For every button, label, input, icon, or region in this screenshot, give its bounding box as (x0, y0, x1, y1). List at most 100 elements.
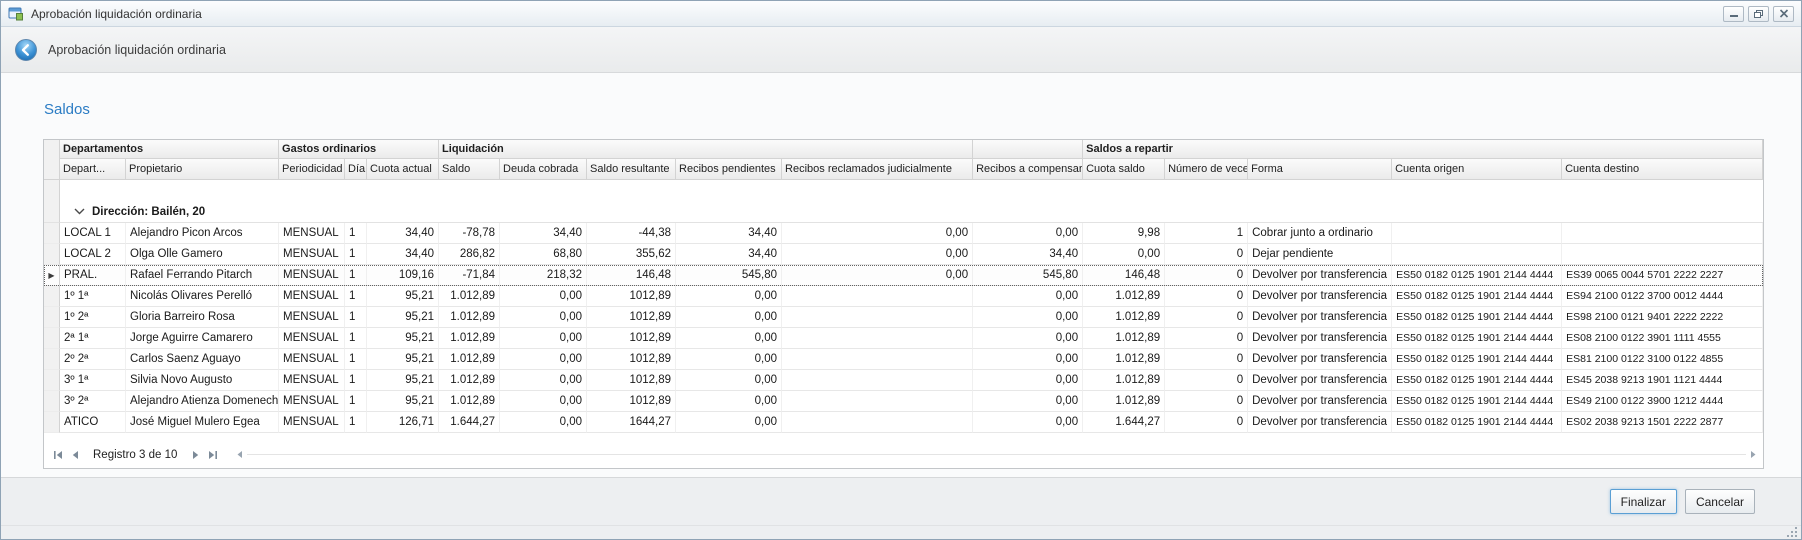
grid-row-4[interactable]: 1º 1ªNicolás Olivares PerellóMENSUAL195,… (44, 286, 1763, 307)
cell-num_veces[interactable]: 0 (1165, 286, 1248, 307)
cell-saldo_resultante[interactable]: 355,62 (587, 244, 676, 265)
cell-deuda_cobrada[interactable]: 0,00 (500, 412, 587, 433)
cell-recibos_compensar[interactable]: 0,00 (973, 349, 1083, 370)
finalizar-button[interactable]: Finalizar (1610, 489, 1677, 514)
cell-deuda_cobrada[interactable]: 68,80 (500, 244, 587, 265)
cell-dia[interactable]: 1 (345, 328, 367, 349)
cell-cuota_saldo[interactable]: 1.012,89 (1083, 328, 1165, 349)
cell-saldo_resultante[interactable]: 1012,89 (587, 370, 676, 391)
cell-recibos_reclamados[interactable] (782, 349, 973, 370)
cell-dia[interactable]: 1 (345, 307, 367, 328)
cell-cuota_actual[interactable]: 95,21 (367, 286, 439, 307)
cell-num_veces[interactable]: 0 (1165, 328, 1248, 349)
cell-cuenta_origen[interactable]: ES50 0182 0125 1901 2144 4444 (1392, 307, 1562, 328)
cell-num_veces[interactable]: 0 (1165, 307, 1248, 328)
cell-num_veces[interactable]: 0 (1165, 244, 1248, 265)
cell-saldo_resultante[interactable]: 1012,89 (587, 328, 676, 349)
column-header-saldo_resultante[interactable]: Saldo resultante (587, 159, 676, 180)
cell-recibos_compensar[interactable]: 0,00 (973, 328, 1083, 349)
cell-propietario[interactable]: José Miguel Mulero Egea (126, 412, 279, 433)
group-header-saldos-a-repartir[interactable]: Saldos a repartir (1083, 140, 1763, 159)
back-button[interactable] (14, 38, 38, 62)
cell-cuota_saldo[interactable]: 1.012,89 (1083, 307, 1165, 328)
cell-cuota_actual[interactable]: 34,40 (367, 244, 439, 265)
cell-saldo_resultante[interactable]: 1012,89 (587, 307, 676, 328)
cell-periodicidad[interactable]: MENSUAL (279, 370, 345, 391)
cell-depart[interactable]: 3º 1ª (60, 370, 126, 391)
cell-forma[interactable]: Devolver por transferencia (1248, 349, 1392, 370)
nav-prev-button[interactable] (66, 446, 83, 463)
cell-periodicidad[interactable]: MENSUAL (279, 349, 345, 370)
group-collapse-icon[interactable] (74, 206, 85, 218)
cell-cuenta_destino[interactable]: ES08 2100 0122 3901 1111 4555 (1562, 328, 1763, 349)
cell-periodicidad[interactable]: MENSUAL (279, 265, 345, 286)
cell-saldo[interactable]: -78,78 (439, 223, 500, 244)
cell-depart[interactable]: 2ª 1ª (60, 328, 126, 349)
cell-saldo[interactable]: 1.644,27 (439, 412, 500, 433)
cell-cuota_actual[interactable]: 34,40 (367, 223, 439, 244)
horizontal-scrollbar[interactable] (235, 450, 1758, 459)
cell-saldo[interactable]: 1.012,89 (439, 391, 500, 412)
cell-cuota_saldo[interactable]: 1.012,89 (1083, 286, 1165, 307)
cell-periodicidad[interactable]: MENSUAL (279, 223, 345, 244)
cell-dia[interactable]: 1 (345, 349, 367, 370)
group-header-sin-grupo[interactable] (973, 140, 1083, 159)
cell-periodicidad[interactable]: MENSUAL (279, 286, 345, 307)
row-indicator[interactable] (44, 223, 60, 244)
cell-forma[interactable]: Devolver por transferencia (1248, 286, 1392, 307)
grid-row-6[interactable]: 2ª 1ªJorge Aguirre CamareroMENSUAL195,21… (44, 328, 1763, 349)
close-button[interactable] (1773, 6, 1794, 22)
column-header-num_veces[interactable]: Número de veces (1165, 159, 1248, 180)
cell-recibos_pendientes[interactable]: 545,80 (676, 265, 782, 286)
cell-saldo_resultante[interactable]: -44,38 (587, 223, 676, 244)
cell-cuenta_destino[interactable]: ES81 2100 0122 3100 0122 4855 (1562, 349, 1763, 370)
grid-row-5[interactable]: 1º 2ªGloria Barreiro RosaMENSUAL195,211.… (44, 307, 1763, 328)
cell-recibos_reclamados[interactable] (782, 391, 973, 412)
cell-recibos_compensar[interactable]: 0,00 (973, 370, 1083, 391)
cell-cuota_actual[interactable]: 109,16 (367, 265, 439, 286)
cell-depart[interactable]: LOCAL 2 (60, 244, 126, 265)
cell-depart[interactable]: 1º 1ª (60, 286, 126, 307)
cell-cuota_saldo[interactable]: 146,48 (1083, 265, 1165, 286)
cell-forma[interactable]: Devolver por transferencia (1248, 391, 1392, 412)
grid-row-2[interactable]: LOCAL 2Olga Olle GameroMENSUAL134,40286,… (44, 244, 1763, 265)
cell-cuenta_origen[interactable]: ES50 0182 0125 1901 2144 4444 (1392, 349, 1562, 370)
cell-saldo_resultante[interactable]: 1012,89 (587, 391, 676, 412)
grid-row-7[interactable]: 2º 2ªCarlos Saenz AguayoMENSUAL195,211.0… (44, 349, 1763, 370)
cell-periodicidad[interactable]: MENSUAL (279, 328, 345, 349)
cell-periodicidad[interactable]: MENSUAL (279, 244, 345, 265)
cell-recibos_reclamados[interactable] (782, 328, 973, 349)
row-indicator[interactable] (44, 349, 60, 370)
column-header-cuota_saldo[interactable]: Cuota saldo (1083, 159, 1165, 180)
row-indicator[interactable] (44, 286, 60, 307)
row-indicator[interactable] (44, 328, 60, 349)
nav-next-button[interactable] (187, 446, 204, 463)
cell-recibos_reclamados[interactable] (782, 286, 973, 307)
cell-num_veces[interactable]: 0 (1165, 412, 1248, 433)
cell-cuenta_origen[interactable]: ES50 0182 0125 1901 2144 4444 (1392, 328, 1562, 349)
row-indicator[interactable]: ▶ (44, 265, 60, 286)
column-header-cuota_actual[interactable]: Cuota actual (367, 159, 439, 180)
cell-cuota_saldo[interactable]: 1.012,89 (1083, 349, 1165, 370)
cell-cuota_saldo[interactable]: 0,00 (1083, 244, 1165, 265)
nav-first-button[interactable] (49, 446, 66, 463)
cell-periodicidad[interactable]: MENSUAL (279, 307, 345, 328)
row-indicator[interactable] (44, 391, 60, 412)
grid-row-3[interactable]: ▶PRAL.Rafael Ferrando PitarchMENSUAL1109… (44, 265, 1763, 286)
cell-cuenta_destino[interactable] (1562, 244, 1763, 265)
cell-dia[interactable]: 1 (345, 412, 367, 433)
column-header-depart[interactable]: Depart... (60, 159, 126, 180)
row-indicator[interactable] (44, 307, 60, 328)
cell-recibos_pendientes[interactable]: 0,00 (676, 286, 782, 307)
cell-cuenta_origen[interactable] (1392, 244, 1562, 265)
cell-recibos_pendientes[interactable]: 34,40 (676, 223, 782, 244)
cell-deuda_cobrada[interactable]: 0,00 (500, 349, 587, 370)
cell-cuenta_destino[interactable]: ES94 2100 0122 3700 0012 4444 (1562, 286, 1763, 307)
cell-saldo_resultante[interactable]: 1012,89 (587, 286, 676, 307)
cancelar-button[interactable]: Cancelar (1685, 489, 1755, 514)
cell-depart[interactable]: ATICO (60, 412, 126, 433)
cell-recibos_reclamados[interactable]: 0,00 (782, 244, 973, 265)
column-header-forma[interactable]: Forma (1248, 159, 1392, 180)
cell-cuenta_destino[interactable]: ES98 2100 0121 9401 2222 2222 (1562, 307, 1763, 328)
column-header-propietario[interactable]: Propietario (126, 159, 279, 180)
